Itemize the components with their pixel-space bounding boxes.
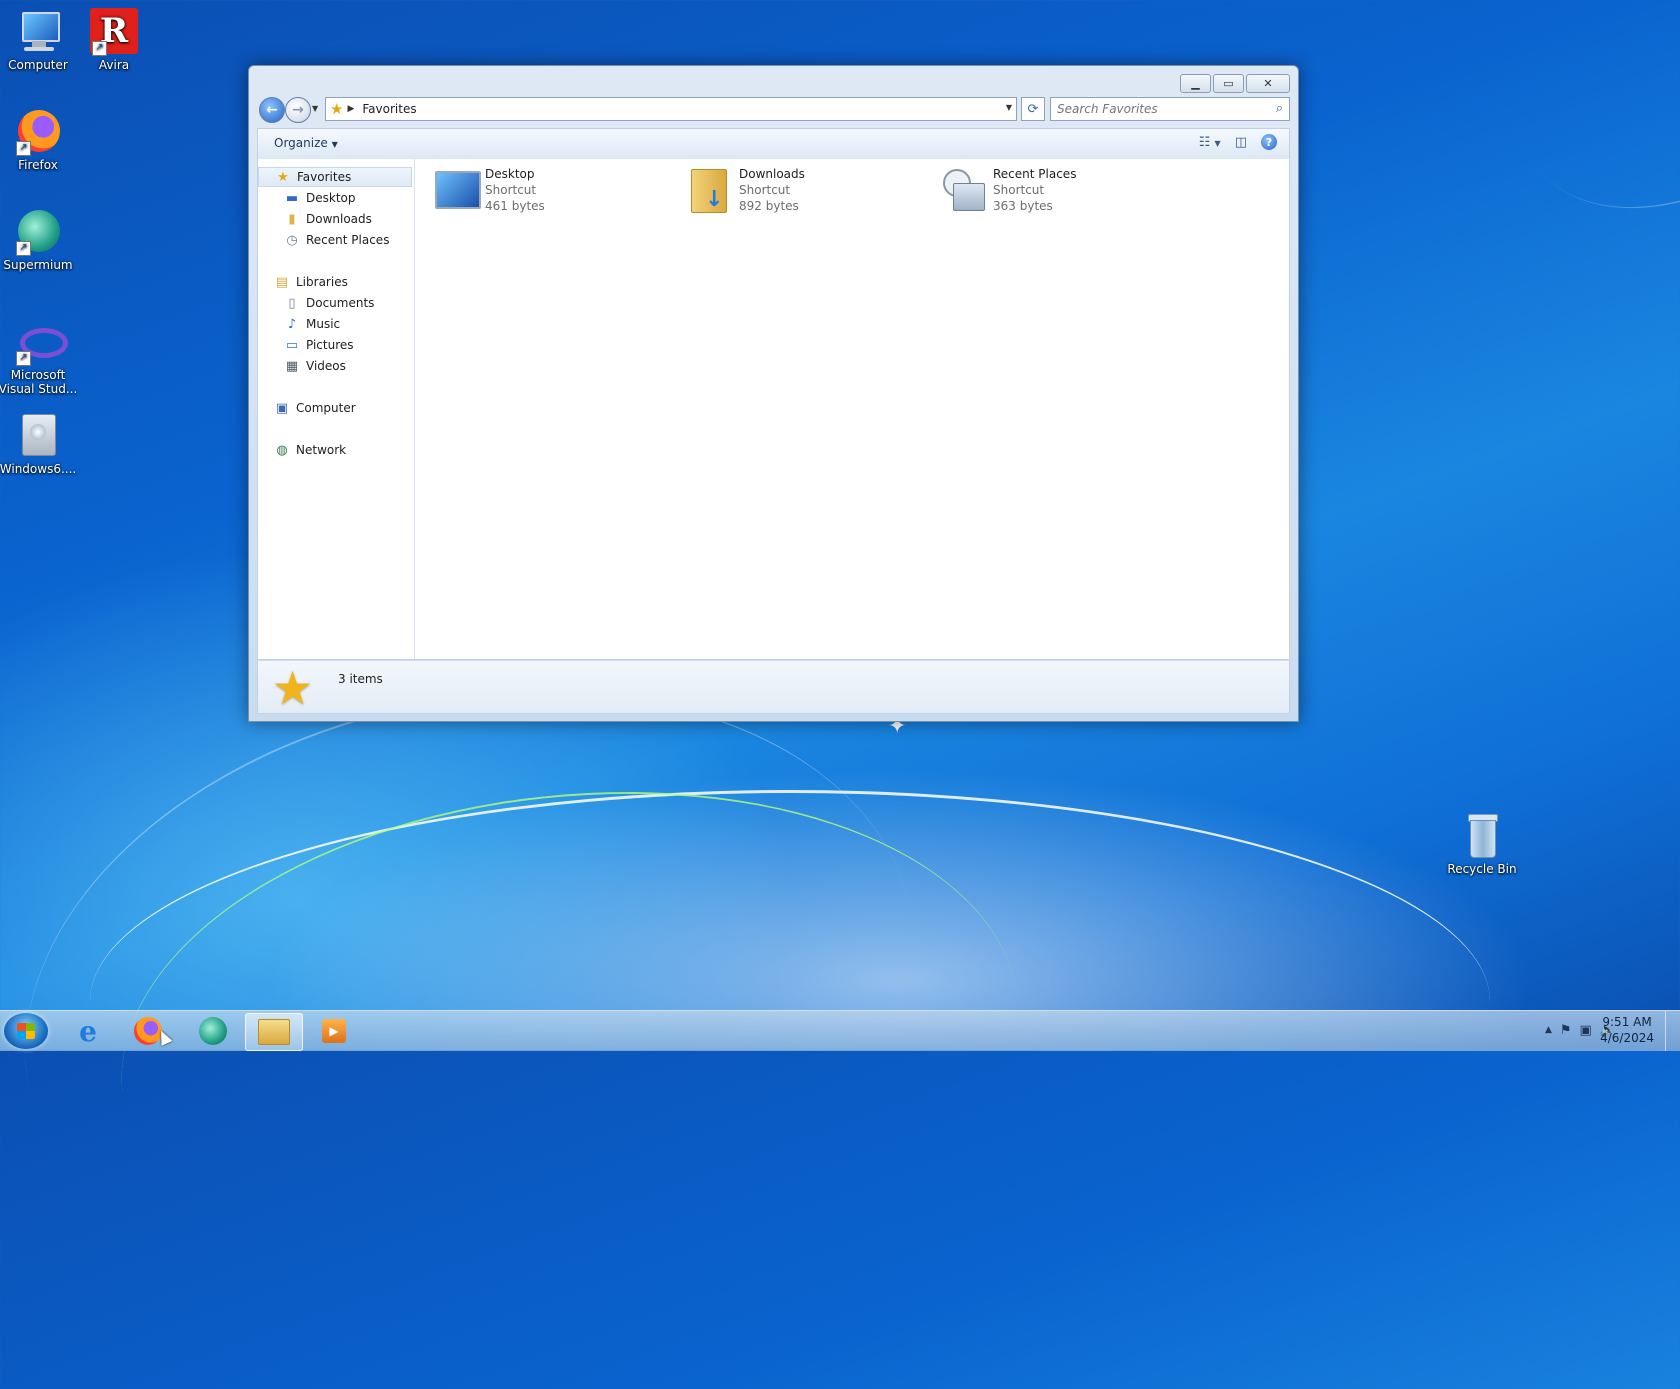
network-icon: ◍ bbox=[276, 442, 288, 458]
recycle-bin-icon bbox=[1458, 812, 1506, 860]
start-button[interactable] bbox=[4, 1013, 48, 1049]
avira-icon: R ↗ bbox=[90, 8, 138, 56]
visual-studio-icon: ↗ bbox=[14, 318, 68, 366]
refresh-button[interactable]: ⟳ bbox=[1021, 97, 1045, 121]
address-bar[interactable]: ★ ▶ Favorites ▼ bbox=[325, 97, 1017, 121]
favorites-star-icon: ★ bbox=[330, 100, 344, 118]
recent-places-icon bbox=[941, 167, 989, 211]
desktop-icon-computer[interactable]: Computer bbox=[0, 8, 78, 72]
taskbar-windows-explorer[interactable] bbox=[245, 1013, 303, 1051]
close-button[interactable]: ✕ bbox=[1246, 74, 1290, 93]
taskbar-internet-explorer[interactable]: e bbox=[60, 1013, 116, 1049]
nav-computer[interactable]: ▣ Computer bbox=[274, 398, 356, 418]
breadcrumb-favorites[interactable]: Favorites bbox=[362, 102, 416, 116]
desktop-icon-installer[interactable]: Windows6.... bbox=[0, 412, 78, 476]
computer-icon: ▣ bbox=[275, 400, 289, 416]
help-button[interactable]: ? bbox=[1261, 134, 1277, 150]
network-tray-icon[interactable]: ▣ bbox=[1580, 1023, 1592, 1038]
documents-icon: ▯ bbox=[288, 295, 296, 311]
nav-desktop[interactable]: ▬ Desktop bbox=[284, 188, 356, 208]
search-icon[interactable]: ⌕ bbox=[1276, 101, 1283, 116]
installer-icon bbox=[14, 412, 62, 460]
file-item-recent-places[interactable]: Recent Places Shortcut 363 bytes bbox=[941, 165, 1181, 215]
back-button[interactable]: ← bbox=[259, 97, 285, 123]
file-item-downloads[interactable]: ↓ Downloads Shortcut 892 bytes bbox=[687, 165, 927, 215]
explorer-panes: ★ Favorites ▬ Desktop ▮ Downloads ◷ Rece… bbox=[257, 159, 1290, 660]
nav-pictures[interactable]: ▭ Pictures bbox=[284, 335, 354, 355]
desktop: { "desktop": { "icons": [ {"label": "Com… bbox=[0, 0, 1680, 1389]
desktop-icon-supermium[interactable]: ↗ Supermium bbox=[0, 208, 78, 272]
forward-button[interactable]: → bbox=[285, 97, 311, 123]
maximize-button[interactable]: ▭ bbox=[1213, 74, 1244, 93]
details-pane: ★ 3 items bbox=[257, 661, 1290, 714]
desktop-folder-icon: ▬ bbox=[285, 190, 299, 206]
desktop-icon-recycle-bin[interactable]: Recycle Bin bbox=[1442, 812, 1522, 876]
organize-dropdown-icon: ▼ bbox=[331, 140, 338, 149]
search-input[interactable] bbox=[1051, 101, 1259, 117]
command-bar: Organize ▼ ☷ ▼ ◫ ? bbox=[257, 128, 1290, 160]
window-caption-buttons: ▁ ▭ ✕ bbox=[1180, 74, 1290, 93]
minimize-button[interactable]: ▁ bbox=[1180, 74, 1211, 93]
breadcrumb-chevron-icon[interactable]: ▶ bbox=[347, 104, 354, 114]
action-center-flag-icon[interactable]: ⚑ bbox=[1560, 1023, 1572, 1038]
nav-network[interactable]: ◍ Network bbox=[274, 440, 346, 460]
nav-recent-places[interactable]: ◷ Recent Places bbox=[284, 230, 389, 250]
search-box[interactable]: ⌕ bbox=[1050, 97, 1290, 121]
desktop-icon-visual-studio[interactable]: ↗ Microsoft Visual Stud... bbox=[0, 318, 78, 396]
recent-pages-dropdown[interactable]: ▼ bbox=[312, 104, 318, 113]
nav-documents[interactable]: ▯ Documents bbox=[284, 293, 374, 313]
navigation-bar: ← → ▼ ★ ▶ Favorites ▼ ⟳ ⌕ bbox=[257, 96, 1290, 123]
explorer-window[interactable]: ▁ ▭ ✕ ← → ▼ ★ ▶ Favorites ▼ ⟳ ⌕ Organize… bbox=[248, 65, 1299, 722]
libraries-icon: ▤ bbox=[275, 274, 289, 290]
address-dropdown-icon[interactable]: ▼ bbox=[1006, 103, 1012, 112]
folder-icon bbox=[258, 1019, 290, 1045]
file-item-desktop[interactable]: Desktop Shortcut 461 bytes bbox=[433, 165, 673, 215]
computer-icon bbox=[14, 8, 62, 56]
nav-downloads[interactable]: ▮ Downloads bbox=[284, 209, 371, 229]
firefox-icon: ↗ bbox=[14, 108, 62, 156]
desktop-icon-firefox[interactable]: ↗ Firefox bbox=[0, 108, 78, 172]
favorites-star-icon: ★ bbox=[272, 661, 314, 715]
supermium-icon: ↗ bbox=[14, 208, 62, 256]
pictures-icon: ▭ bbox=[285, 337, 299, 353]
desktop-shortcut-icon bbox=[433, 167, 481, 211]
supermium-icon bbox=[199, 1017, 227, 1045]
music-note-icon: ♪ bbox=[287, 316, 297, 332]
taskbar-media-player[interactable]: ▶ bbox=[306, 1013, 362, 1049]
navigation-pane: ★ Favorites ▬ Desktop ▮ Downloads ◷ Rece… bbox=[258, 159, 415, 659]
recent-places-icon: ◷ bbox=[286, 232, 298, 248]
taskbar: e ▶ ▲ ⚑ ▣ 🔈 9:51 AM 4/6/2024 bbox=[0, 1010, 1680, 1051]
view-dropdown-icon: ▼ bbox=[1214, 138, 1221, 148]
show-hidden-icons-icon[interactable]: ▲ bbox=[1545, 1025, 1552, 1038]
nav-videos[interactable]: ▦ Videos bbox=[284, 356, 346, 376]
internet-explorer-icon: e bbox=[79, 1014, 97, 1048]
videos-film-icon: ▦ bbox=[285, 358, 299, 374]
file-list: Desktop Shortcut 461 bytes ↓ Downloads S… bbox=[415, 159, 1289, 659]
downloads-folder-icon: ↓ bbox=[687, 167, 735, 213]
downloads-folder-icon: ▮ bbox=[288, 211, 296, 227]
show-desktop-button[interactable] bbox=[1665, 1011, 1680, 1051]
preview-pane-button[interactable]: ◫ bbox=[1235, 135, 1247, 150]
media-player-icon: ▶ bbox=[322, 1019, 346, 1043]
organize-menu-button[interactable]: Organize ▼ bbox=[274, 136, 338, 150]
nav-libraries[interactable]: ▤ Libraries bbox=[274, 272, 348, 292]
change-view-button[interactable]: ☷ ▼ bbox=[1199, 135, 1221, 150]
taskbar-supermium[interactable] bbox=[185, 1013, 241, 1049]
nav-favorites[interactable]: ★ Favorites bbox=[258, 167, 412, 187]
taskbar-clock[interactable]: 9:51 AM 4/6/2024 bbox=[1600, 1014, 1654, 1046]
nav-music[interactable]: ♪ Music bbox=[284, 314, 340, 334]
item-count: 3 items bbox=[338, 672, 383, 686]
favorites-star-icon: ★ bbox=[277, 169, 289, 185]
desktop-icon-avira[interactable]: R ↗ Avira bbox=[74, 8, 154, 72]
